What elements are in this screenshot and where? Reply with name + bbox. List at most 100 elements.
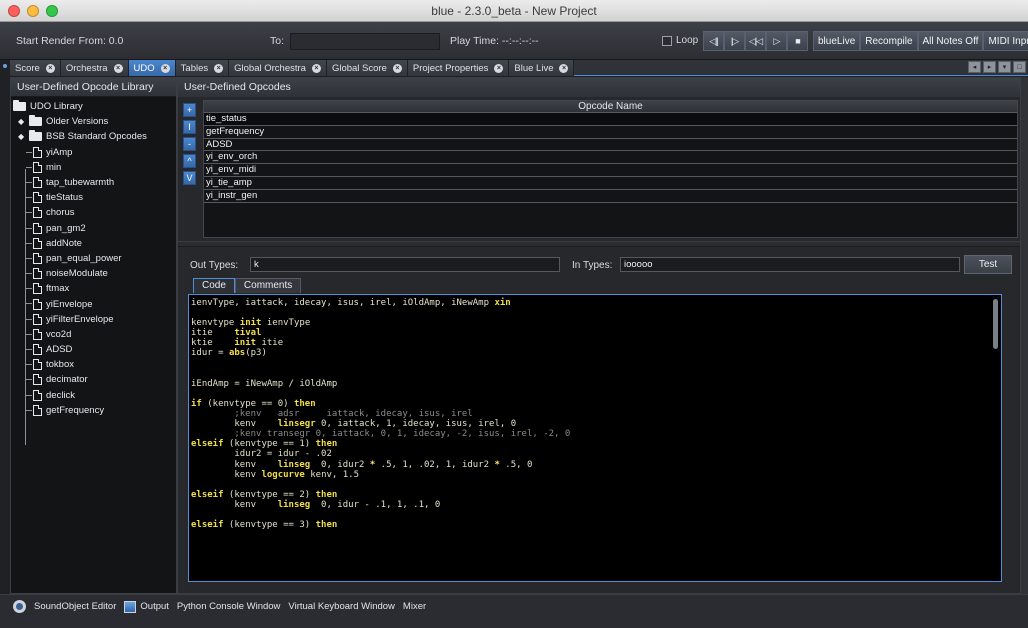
tab-orchestra[interactable]: Orchestra × (60, 60, 129, 76)
bottom-python-console-window-button[interactable]: Python Console Window (177, 601, 281, 612)
tree-item[interactable]: pan_gm2 (11, 221, 176, 236)
tab-blue-live[interactable]: Blue Live × (509, 60, 575, 76)
tree-item[interactable]: tokbox (11, 357, 176, 372)
scroll-left-icon[interactable]: ◂ (968, 61, 981, 73)
tree-item[interactable]: vco2d (11, 327, 176, 342)
code-line: elseif (kenvtype == 2) then (191, 490, 999, 500)
tree-item[interactable]: noiseModulate (11, 266, 176, 281)
tab-udo[interactable]: UDO × (128, 60, 176, 76)
test-button[interactable]: Test (964, 255, 1012, 274)
play-time-label: Play Time: --:--:--:-- (450, 35, 539, 47)
close-icon[interactable]: × (392, 63, 402, 73)
code-line: itie tival (191, 328, 999, 338)
bottom-output-button[interactable]: Output (140, 601, 169, 612)
loop-checkbox[interactable]: Loop (662, 35, 698, 46)
previous-icon[interactable]: ◁|◁ (745, 31, 766, 51)
tree-folder[interactable]: ◆ Older Versions (11, 114, 176, 129)
bottom-virtual-keyboard-window-button[interactable]: Virtual Keyboard Window (288, 601, 395, 612)
tab-score[interactable]: Score × (10, 60, 61, 76)
table-row[interactable]: yi_tie_amp (204, 177, 1017, 190)
code-line: kenv linsegr 0, iattack, 1, idecay, isus… (191, 419, 999, 429)
tree-item[interactable]: addNote (11, 236, 176, 251)
tree-item[interactable]: yiEnvelope (11, 296, 176, 311)
move-up-button[interactable]: ^ (183, 154, 196, 168)
tree-connector (26, 379, 32, 381)
in-types-field[interactable]: iooooo (620, 257, 960, 272)
tree-root[interactable]: UDO Library (11, 99, 176, 114)
toolbar-button-bluelive[interactable]: blueLive (813, 31, 861, 51)
rewind-icon[interactable]: ◁|| (703, 31, 724, 51)
toolbar-button-all-notes-off[interactable]: All Notes Off (917, 31, 984, 51)
code-scrollbar[interactable] (992, 299, 998, 575)
close-icon[interactable]: × (113, 63, 123, 73)
table-row[interactable]: ADSD (204, 139, 1017, 152)
toolbar-button-midi-inpu[interactable]: MIDI Inpu (983, 31, 1028, 51)
tree-item[interactable]: decimator (11, 372, 176, 387)
tree-connector (26, 333, 32, 335)
add-opcode-button[interactable]: + (183, 103, 196, 117)
expand-toggle-icon[interactable]: ◆ (18, 117, 27, 126)
tree-connector (26, 151, 32, 153)
opcode-name-header[interactable]: Opcode Name (204, 101, 1017, 113)
bottom-soundobject-editor-button[interactable]: SoundObject Editor (34, 601, 116, 612)
tab-label: Blue Live (514, 62, 554, 74)
close-icon[interactable]: × (494, 63, 504, 73)
tab-tables[interactable]: Tables × (175, 60, 230, 76)
close-icon[interactable]: × (214, 63, 224, 73)
tree-item[interactable]: ADSD (11, 342, 176, 357)
code-text[interactable]: ienvType, iattack, idecay, isus, irel, i… (191, 298, 999, 530)
udo-library-title: User-Defined Opcode Library (11, 78, 176, 97)
tab-project-properties[interactable]: Project Properties × (407, 60, 510, 76)
table-row[interactable]: yi_instr_gen (204, 190, 1017, 203)
folder-icon (29, 115, 42, 127)
table-row[interactable]: yi_env_orch (204, 151, 1017, 165)
tab-tools: ◂ ▸ ▾ □ (968, 61, 1026, 73)
tree-folder[interactable]: ◆ BSB Standard Opcodes (11, 129, 176, 144)
table-row[interactable]: getFrequency (204, 126, 1017, 139)
loop-check-box[interactable] (662, 35, 672, 46)
maximize-icon[interactable]: □ (1013, 61, 1026, 73)
tree-item[interactable]: tap_tubewarmth (11, 175, 176, 190)
collapsed-panel-label (1022, 95, 1028, 195)
tree-item-label: yiFilterEnvelope (46, 313, 114, 325)
move-down-button[interactable]: V (183, 171, 196, 185)
tree-item[interactable]: chorus (11, 205, 176, 220)
scroll-right-icon[interactable]: ▸ (983, 61, 996, 73)
bottom-mixer-button[interactable]: Mixer (403, 601, 426, 612)
remove-opcode-button[interactable]: - (183, 137, 196, 151)
tree-item[interactable]: min (11, 160, 176, 175)
code-line: kenv linseg 0, idur2 * .5, 1, .02, 1, id… (191, 460, 999, 470)
tab-list-icon[interactable]: ▾ (998, 61, 1011, 73)
tree-item[interactable]: declick (11, 388, 176, 403)
play-icon[interactable]: ▷ (766, 31, 787, 51)
insert-opcode-button[interactable]: I (183, 120, 196, 134)
tree-item[interactable]: getFrequency (11, 403, 176, 418)
tree-item[interactable]: yiAmp (11, 145, 176, 160)
tree-item[interactable]: tieStatus (11, 190, 176, 205)
code-scrollbar-thumb[interactable] (993, 299, 998, 349)
to-field[interactable] (290, 33, 440, 50)
close-icon[interactable]: × (311, 63, 321, 73)
step-back-icon[interactable]: |▷ (724, 31, 745, 51)
tab-code[interactable]: Code (193, 278, 235, 293)
tab-comments[interactable]: Comments (234, 278, 302, 293)
split-divider[interactable] (178, 241, 1020, 247)
close-icon[interactable]: × (559, 63, 569, 73)
soundobject-properties-strip[interactable] (1021, 77, 1028, 594)
tree-item[interactable]: yiFilterEnvelope (11, 312, 176, 327)
close-icon[interactable]: × (45, 63, 55, 73)
tree-item[interactable]: ftmax (11, 281, 176, 296)
document-icon (33, 328, 42, 340)
code-editor[interactable]: ienvType, iattack, idecay, isus, irel, i… (188, 294, 1002, 582)
table-row[interactable]: tie_status (204, 113, 1017, 126)
tree-item[interactable]: pan_equal_power (11, 251, 176, 266)
out-types-field[interactable]: k (250, 257, 560, 272)
expand-toggle-icon[interactable]: ◆ (18, 132, 27, 141)
stop-icon[interactable]: ■ (787, 31, 808, 51)
close-icon[interactable]: × (160, 63, 170, 73)
toolbar-button-recompile[interactable]: Recompile (860, 31, 918, 51)
tabs: Score × Orchestra × UDO × Tables × Global Orches… (10, 60, 575, 76)
tab-global-score[interactable]: Global Score × (326, 60, 408, 76)
table-row[interactable]: yi_env_midi (204, 164, 1017, 177)
tab-global-orchestra[interactable]: Global Orchestra × (229, 60, 327, 76)
